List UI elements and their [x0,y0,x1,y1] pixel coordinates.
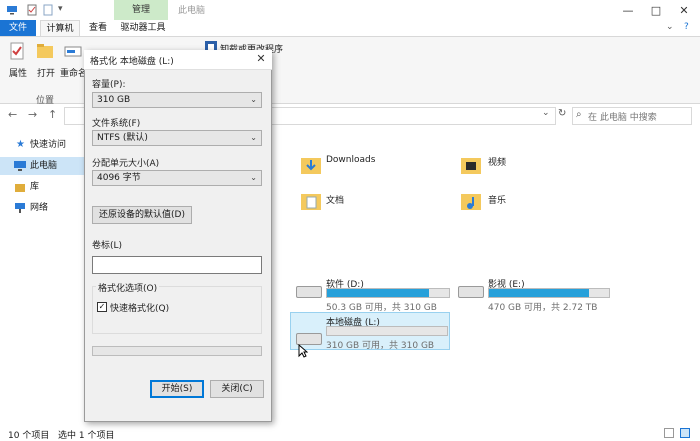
library-icon [15,184,25,192]
tab-drive-tools[interactable]: 驱动器工具 [116,20,170,36]
allocation-unit-label: 分配单元大小(A) [92,159,160,169]
tiles-view-icon[interactable] [680,428,690,438]
allocation-unit-value: 4096 字节 [97,173,141,183]
search-placeholder: 在 此电脑 中搜索 [588,113,657,123]
back-button[interactable]: ← [8,108,17,121]
drive-space-text: 470 GB 可用，共 2.72 TB [488,303,598,313]
sidebar-item-label: 网络 [30,203,49,213]
volume-label-label: 卷标(L) [92,241,123,251]
drive-usage-bar [326,288,450,298]
sidebar-item-network[interactable]: 网络 [0,199,84,217]
format-options-label: 格式化选项(O) [96,281,160,294]
allocation-unit-select[interactable]: 4096 字节 ⌄ [92,170,262,186]
properties-check-icon [10,42,24,60]
capacity-select[interactable]: 310 GB ⌄ [92,92,262,108]
dialog-title: 格式化 本地磁盘 (L:) [90,57,174,67]
folder-music[interactable] [460,190,482,215]
search-icon: ⌕ [576,109,582,120]
properties-icon[interactable] [26,4,38,16]
hard-drive-icon [296,286,322,298]
hard-drive-icon [458,286,484,298]
network-icon [15,203,25,213]
drive-space-text: 50.3 GB 可用，共 310 GB [326,303,437,313]
rename-label: 重命名 [60,69,88,79]
folder-label: 音乐 [488,196,507,206]
item-count: 10 个项目 [8,431,50,441]
drive-usage-bar [488,288,610,298]
drive-e[interactable] [458,286,484,298]
qat-dropdown-icon[interactable]: ▾ [58,4,63,14]
mouse-cursor-icon [298,344,308,358]
close-button[interactable]: 关闭(C) [210,380,264,398]
star-icon: ★ [16,139,25,150]
sidebar-item-libraries[interactable]: 库 [0,178,84,196]
maximize-button[interactable]: □ [642,0,670,22]
filesystem-value: NTFS (默认) [97,133,148,143]
close-window-button[interactable]: ✕ [670,0,698,22]
folder-documents[interactable] [300,190,322,215]
rename-icon [64,46,82,57]
selected-count: 选中 1 个项目 [58,431,115,441]
sidebar-item-label: 此电脑 [30,161,58,171]
folder-label: 视频 [488,158,507,168]
up-button[interactable]: ↑ [48,108,57,121]
window-title: 此电脑 [178,6,206,16]
restore-defaults-button[interactable]: 还原设备的默认值(D) [92,206,192,224]
volume-label-input[interactable] [92,256,262,274]
tab-computer[interactable]: 计算机 [40,20,80,36]
new-folder-icon[interactable] [42,4,54,16]
drive-usage-fill [489,289,589,297]
drive-usage-bar [326,326,448,336]
folder-videos[interactable] [460,154,482,179]
explorer-titlebar [0,0,700,22]
folder-label: 文档 [326,196,345,206]
music-folder-icon [461,194,481,210]
computer-icon [7,6,17,15]
drive-space-text: 310 GB 可用，共 310 GB [326,341,435,351]
chevron-down-icon: ⌄ [250,173,257,182]
format-progress-bar [92,346,262,356]
minimize-button[interactable]: — [614,0,642,22]
context-tab-manage[interactable]: 管理 [114,0,168,20]
sidebar-item-label: 快速访问 [30,140,67,150]
open-folder-icon [37,44,53,58]
documents-folder-icon [301,194,321,210]
help-icon[interactable]: ? [684,22,689,32]
address-dropdown-icon[interactable]: ⌄ [542,108,550,118]
quick-format-checkbox[interactable]: ✓ [97,302,107,312]
drive-usage-fill [327,289,430,297]
chevron-down-icon: ⌄ [250,133,257,142]
refresh-icon[interactable]: ↻ [558,108,566,119]
open-label: 打开 [37,69,56,79]
drive-d[interactable] [296,286,322,298]
folder-downloads[interactable] [300,154,322,179]
quick-format-label: 快速格式化(Q) [110,304,170,314]
sidebar-item-label: 库 [30,182,40,192]
folder-label: Downloads [326,155,376,165]
open-ribbon-button[interactable] [36,42,54,63]
filesystem-select[interactable]: NTFS (默认) ⌄ [92,130,262,146]
forward-button[interactable]: → [28,108,37,121]
filesystem-label: 文件系统(F) [92,119,141,129]
capacity-label: 容量(P): [92,80,126,90]
chevron-down-icon: ⌄ [250,95,257,104]
ribbon-collapse-icon[interactable]: ⌄ [666,22,674,32]
properties-ribbon-button[interactable] [8,42,26,63]
sidebar-item-this-pc[interactable]: 此电脑 [0,157,84,175]
tab-view[interactable]: 查看 [84,20,112,36]
start-button[interactable]: 开始(S) [150,380,204,398]
sidebar-item-quick-access[interactable]: ★ 快速访问 [0,136,84,154]
capacity-value: 310 GB [97,95,131,105]
videos-folder-icon [461,158,481,174]
details-view-icon[interactable] [664,428,674,438]
rename-ribbon-button[interactable] [64,42,82,63]
computer-icon [14,161,26,171]
properties-label: 属性 [9,69,28,79]
downloads-folder-icon [301,158,321,174]
dialog-close-icon[interactable]: ✕ [252,52,270,65]
tab-file[interactable]: 文件 [0,20,36,36]
